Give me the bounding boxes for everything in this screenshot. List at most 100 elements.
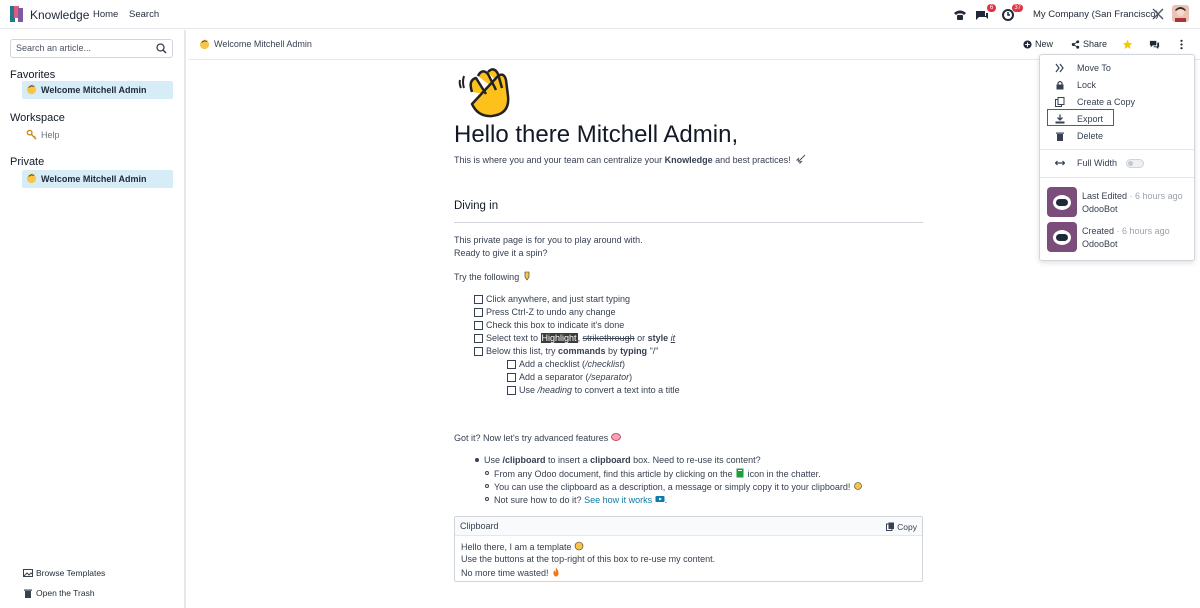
phone-icon[interactable]	[952, 7, 968, 23]
export-highlight-box	[1047, 109, 1114, 126]
knowledge-app-logo[interactable]	[10, 6, 24, 22]
top-navbar: Knowledge Home Search 6 37 My Company (S…	[0, 0, 1200, 29]
workspace-title: Workspace	[10, 112, 65, 124]
clipboard-line: Use the buttons at the top-right of this…	[461, 554, 716, 564]
clipboard-title: Clipboard	[460, 521, 499, 531]
clipboard-line: No more time wasted!	[461, 567, 561, 578]
image-icon	[23, 569, 33, 577]
menu-delete[interactable]: Delete	[1040, 128, 1194, 144]
pointing-down-icon	[524, 271, 530, 281]
breadcrumb[interactable]: Welcome Mitchell Admin	[199, 39, 312, 50]
fire-icon	[553, 567, 559, 577]
last-edited-by: OdooBot	[1082, 204, 1118, 214]
list-subitem: Not sure how to do it? See how it works …	[484, 494, 667, 505]
waving-hand-icon	[458, 68, 510, 118]
favorite-star-icon[interactable]	[1122, 39, 1133, 50]
messages-badge: 6	[987, 4, 996, 12]
copy-icon	[886, 522, 895, 531]
paragraph: Ready to give it a spin?	[454, 248, 548, 258]
full-width-toggle[interactable]	[1126, 159, 1144, 168]
clipboard-box: Clipboard Copy Hello there, I am a templ…	[454, 516, 923, 582]
paragraph: Try the following	[454, 271, 532, 282]
created-by: OdooBot	[1082, 239, 1118, 249]
sidebar-item-favorite-welcome[interactable]: Welcome Mitchell Admin	[22, 81, 173, 99]
sidebar-item-label: Welcome Mitchell Admin	[41, 174, 147, 184]
paragraph: Got it? Now let's try advanced features	[454, 432, 621, 443]
debug-tools-icon[interactable]	[1152, 8, 1164, 20]
article-title: Hello there Mitchell Admin,	[454, 121, 739, 148]
menu-divider	[1040, 149, 1194, 150]
waving-hand-icon	[26, 84, 37, 95]
ok-hand-icon	[854, 482, 862, 490]
trash-icon	[1056, 132, 1064, 141]
open-trash-button[interactable]: Open the Trash	[23, 588, 95, 598]
clipboard-book-icon	[736, 468, 744, 478]
plus-circle-icon	[1023, 40, 1032, 49]
nav-search-link[interactable]: Search	[129, 9, 159, 20]
menu-move-to[interactable]: Move To	[1040, 60, 1194, 76]
checklist-item[interactable]: Click anywhere, and just start typing	[474, 294, 630, 304]
trash-icon	[24, 589, 32, 598]
menu-create-copy[interactable]: Create a Copy	[1040, 94, 1194, 110]
list-subitem: From any Odoo document, find this articl…	[484, 468, 821, 479]
activity-badge: 37	[1012, 4, 1023, 12]
article-options-menu: Move To Lock Create a Copy Export Delete…	[1039, 54, 1195, 261]
menu-full-width[interactable]: Full Width	[1040, 155, 1194, 171]
waving-hand-icon	[574, 541, 584, 551]
activity-clock-icon[interactable]: 37	[1001, 4, 1023, 23]
more-options-icon[interactable]	[1176, 39, 1187, 50]
messages-icon[interactable]: 6	[974, 4, 996, 23]
menu-divider	[1040, 177, 1194, 178]
odoobot-avatar	[1047, 187, 1077, 217]
created-label: Created · 6 hours ago	[1082, 226, 1170, 236]
brain-icon	[610, 433, 621, 441]
clipboard-copy-button[interactable]: Copy	[886, 522, 917, 532]
sidebar-item-help[interactable]: Help	[22, 126, 173, 144]
sidebar-item-label: Welcome Mitchell Admin	[41, 85, 147, 95]
private-title: Private	[10, 156, 45, 168]
new-article-button[interactable]: New	[1023, 39, 1053, 49]
checklist-item[interactable]: Check this box to indicate it's done	[474, 320, 624, 330]
search-icon[interactable]	[156, 43, 167, 54]
checklist-item[interactable]: Select text to Highlight, strikethrough …	[474, 333, 675, 343]
checklist-subitem[interactable]: Add a checklist (/checklist)	[507, 359, 625, 369]
checklist-subitem[interactable]: Use /heading to convert a text into a ti…	[507, 385, 680, 395]
lock-icon	[1056, 80, 1064, 90]
waving-hand-icon	[26, 173, 37, 184]
app-name[interactable]: Knowledge	[30, 8, 89, 22]
see-how-it-works-link[interactable]: See how it works	[584, 495, 652, 505]
nav-home-link[interactable]: Home	[93, 9, 118, 20]
video-camera-icon	[655, 496, 665, 502]
search-input[interactable]	[16, 43, 151, 53]
menu-lock[interactable]: Lock	[1040, 77, 1194, 93]
checklist-item[interactable]: Below this list, try commands by typing …	[474, 346, 658, 356]
sidebar: Favorites Welcome Mitchell Admin Workspa…	[0, 30, 186, 608]
company-switcher[interactable]: My Company (San Francisco)	[1033, 9, 1159, 20]
rocket-icon	[796, 154, 806, 164]
arrows-horizontal-icon	[1055, 160, 1065, 166]
waving-hand-icon	[199, 39, 210, 50]
section-heading: Diving in	[454, 200, 499, 212]
list-subitem: You can use the clipboard as a descripti…	[484, 481, 863, 492]
paragraph: This private page is for you to play aro…	[454, 235, 643, 245]
key-icon	[26, 129, 37, 140]
copy-icon	[1055, 97, 1065, 107]
browse-templates-button[interactable]: Browse Templates	[23, 568, 105, 578]
last-edited-label: Last Edited · 6 hours ago	[1082, 191, 1183, 201]
section-divider	[454, 222, 923, 223]
chatter-comments-icon[interactable]	[1149, 39, 1160, 50]
list-item: Use /clipboard to insert a clipboard box…	[474, 455, 761, 465]
share-button[interactable]: Share	[1071, 39, 1107, 49]
checklist-item[interactable]: Press Ctrl-Z to undo any change	[474, 307, 616, 317]
clipboard-line: Hello there, I am a template	[461, 541, 584, 552]
double-chevron-right-icon	[1055, 63, 1064, 73]
sidebar-item-private-welcome[interactable]: Welcome Mitchell Admin	[22, 170, 173, 188]
favorites-title: Favorites	[10, 69, 56, 81]
share-icon	[1071, 40, 1080, 49]
clipboard-header: Clipboard Copy	[455, 517, 922, 536]
user-avatar[interactable]	[1172, 5, 1189, 22]
article-search[interactable]	[10, 39, 173, 58]
odoobot-avatar	[1047, 222, 1077, 252]
sidebar-item-label: Help	[41, 130, 60, 140]
checklist-subitem[interactable]: Add a separator (/separator)	[507, 372, 632, 382]
